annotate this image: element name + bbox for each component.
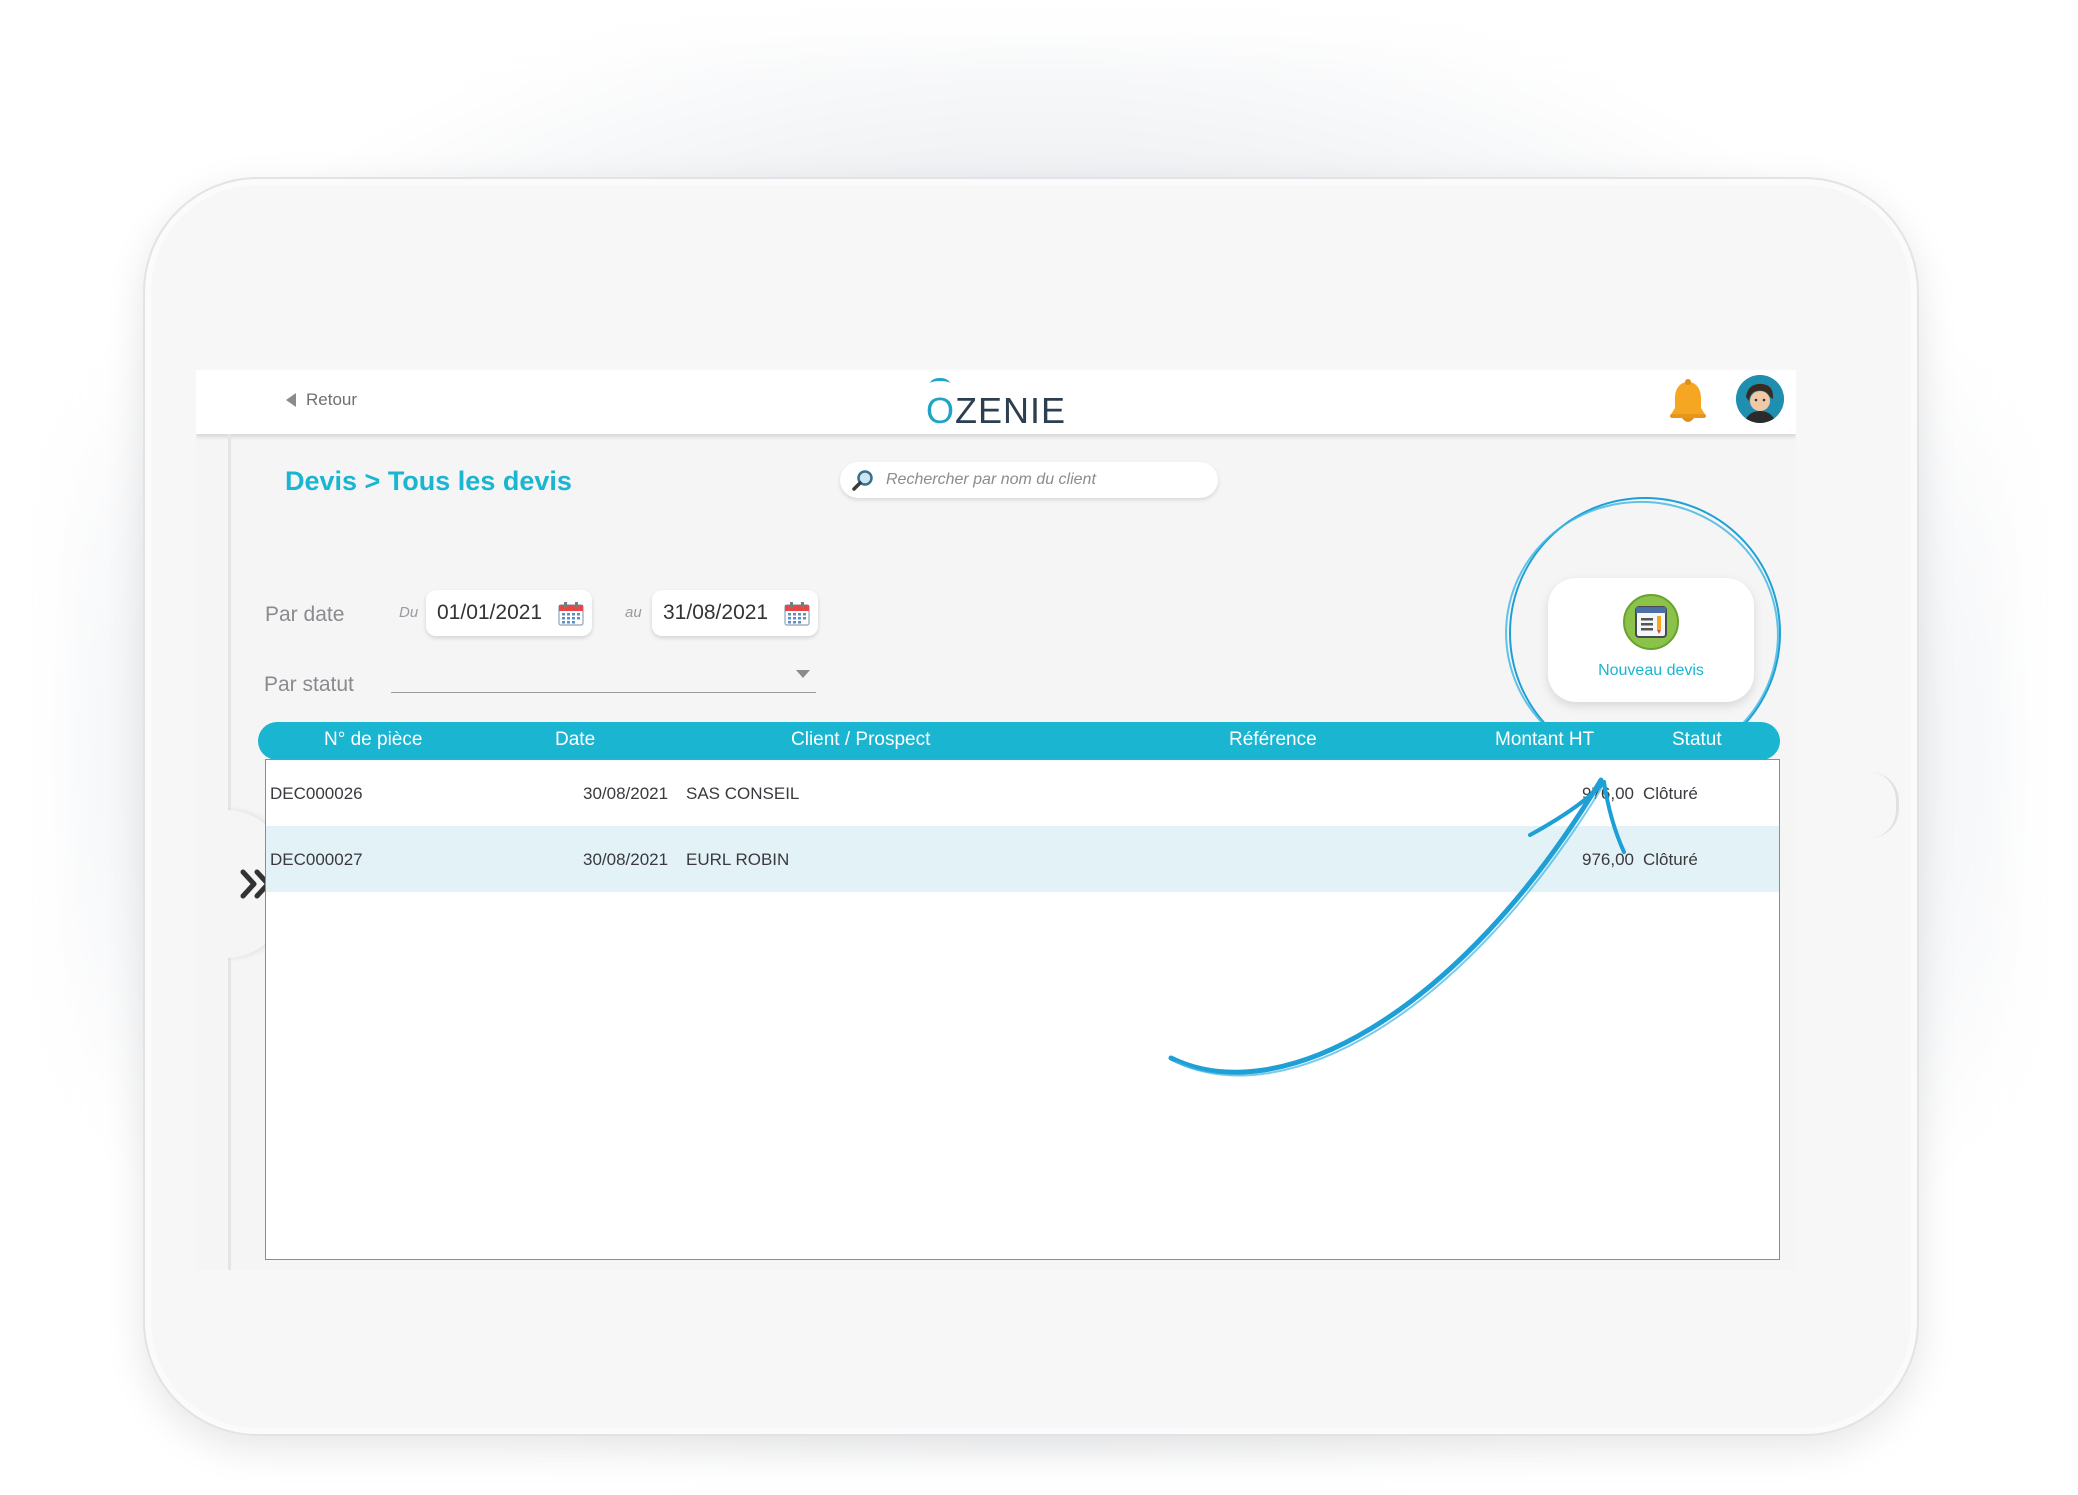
column-header-number: N° de pièce: [324, 729, 423, 750]
back-arrow-icon: [286, 393, 296, 407]
dropdown-arrow-icon: [796, 670, 810, 678]
column-header-client: Client / Prospect: [791, 729, 931, 750]
calendar-icon: [558, 602, 584, 626]
calendar-icon: [784, 602, 810, 626]
bell-icon[interactable]: [1666, 378, 1710, 428]
from-label: Du: [399, 604, 419, 621]
back-button[interactable]: Retour: [286, 390, 357, 410]
cell-date: 30/08/2021: [583, 850, 669, 869]
to-date-field[interactable]: 31/08/2021: [652, 590, 818, 636]
status-select[interactable]: [391, 658, 816, 693]
cell-number: DEC000027: [270, 850, 363, 869]
column-header-status: Statut: [1672, 729, 1722, 750]
table-row[interactable]: DEC000026 30/08/2021 SAS CONSEIL 976,00 …: [266, 760, 1779, 826]
app-logo: OZENIE: [926, 376, 1076, 431]
search-box[interactable]: [840, 462, 1218, 498]
back-label: Retour: [306, 390, 358, 409]
table-header: N° de pièce Date Client / Prospect Référ…: [258, 722, 1780, 760]
filter-date-label: Par date: [265, 603, 345, 626]
quotes-table: DEC000026 30/08/2021 SAS CONSEIL 976,00 …: [265, 759, 1780, 1260]
column-header-amount: Montant HT: [1495, 729, 1595, 750]
top-bar: Retour OZENIE: [196, 370, 1796, 434]
cell-number: DEC000026: [270, 784, 363, 803]
from-date-value: 01/01/2021: [437, 601, 543, 624]
cell-client: EURL ROBIN: [686, 850, 790, 869]
from-date-field[interactable]: 01/01/2021: [426, 590, 592, 636]
table-row[interactable]: DEC000027 30/08/2021 EURL ROBIN 976,00 C…: [266, 826, 1779, 892]
to-label: au: [625, 604, 642, 621]
cell-status: Clôturé: [1643, 850, 1698, 869]
search-icon: [852, 470, 873, 491]
search-input[interactable]: [884, 470, 1208, 490]
column-header-date: Date: [555, 729, 596, 750]
cell-date: 30/08/2021: [583, 784, 669, 803]
cell-amount: 976,00: [1582, 784, 1634, 803]
logo-initial: O: [926, 390, 956, 431]
filter-status-label: Par statut: [264, 673, 354, 696]
column-header-reference: Référence: [1229, 729, 1317, 750]
to-date-value: 31/08/2021: [663, 601, 769, 624]
logo-tilde: [930, 378, 950, 389]
cell-client: SAS CONSEIL: [686, 784, 800, 803]
app-screen: Retour OZENIE Devis > Tous les devis Rec…: [196, 370, 1796, 1270]
user-avatar[interactable]: [1736, 375, 1784, 423]
logo-text: ZENIE: [955, 390, 1067, 431]
page-title: Devis > Tous les devis: [285, 466, 572, 496]
cell-amount: 976,00: [1582, 850, 1634, 869]
cell-status: Clôturé: [1643, 784, 1698, 803]
